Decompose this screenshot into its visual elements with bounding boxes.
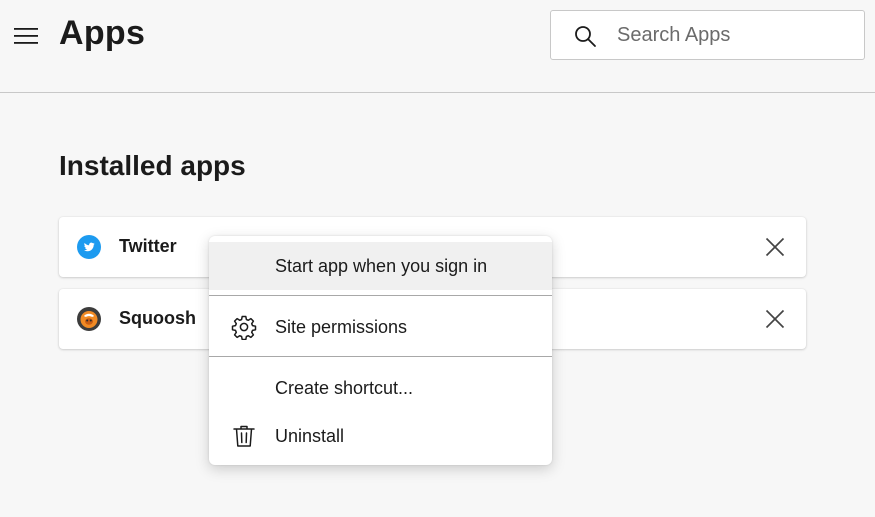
menu-item-site-permissions[interactable]: Site permissions xyxy=(209,303,552,351)
menu-item-create-shortcut[interactable]: Create shortcut... xyxy=(209,364,552,412)
menu-divider xyxy=(209,356,552,357)
header: Apps xyxy=(0,0,875,93)
menu-divider xyxy=(209,295,552,296)
search-icon xyxy=(573,24,597,48)
context-menu: Start app when you sign in Site permissi… xyxy=(209,236,552,465)
trash-icon xyxy=(231,423,257,449)
twitter-icon xyxy=(77,235,101,259)
app-name-squoosh: Squoosh xyxy=(119,308,196,328)
close-icon[interactable] xyxy=(762,306,788,332)
hamburger-menu-icon[interactable] xyxy=(10,20,42,52)
page-title: Apps xyxy=(59,14,146,52)
menu-item-label: Site permissions xyxy=(275,317,408,337)
menu-item-label: Create shortcut... xyxy=(275,378,414,398)
section-title: Installed apps xyxy=(59,150,246,181)
squoosh-icon xyxy=(77,307,101,331)
search-box[interactable] xyxy=(550,10,865,60)
menu-item-label: Uninstall xyxy=(275,426,345,446)
gear-icon xyxy=(231,314,257,341)
menu-item-start-on-sign-in[interactable]: Start app when you sign in xyxy=(209,242,552,290)
menu-item-label: Start app when you sign in xyxy=(275,256,488,276)
menu-item-uninstall[interactable]: Uninstall xyxy=(209,412,552,460)
close-icon[interactable] xyxy=(762,234,788,260)
search-input[interactable] xyxy=(617,19,852,51)
app-name-twitter: Twitter xyxy=(119,236,177,256)
